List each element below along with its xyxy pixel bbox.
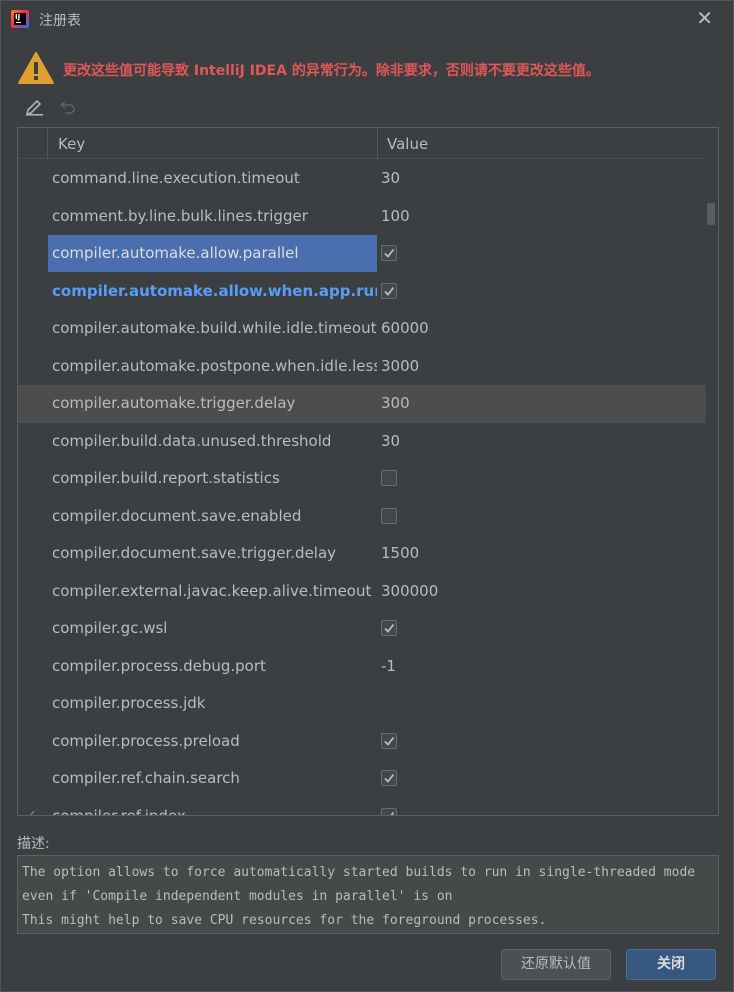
table-body: command.line.execution.timeout 30 comment.… (18, 160, 706, 816)
description-line: This might help to save CPU resources fo… (22, 913, 547, 928)
close-button[interactable]: 关闭 (626, 949, 716, 980)
registry-table: Key Value command.line.execution.timeout… (17, 127, 719, 816)
registry-value-cell[interactable]: 300000 (381, 573, 438, 610)
value-checkbox[interactable] (381, 245, 397, 261)
table-header: Key Value (18, 128, 706, 159)
table-row[interactable]: compiler.automake.trigger.delay 300 (18, 385, 706, 423)
registry-key-cell[interactable]: compiler.document.save.trigger.delay (48, 535, 377, 572)
toolbar (23, 95, 93, 117)
table-row[interactable]: compiler.process.preload (18, 723, 706, 761)
registry-key-cell[interactable]: compiler.ref.index (48, 798, 377, 816)
registry-value-cell[interactable]: 30 (381, 423, 400, 460)
table-row[interactable]: compiler.ref.index ✓ (18, 798, 706, 816)
registry-key-cell[interactable]: compiler.automake.postpone.when.idle.les… (48, 348, 377, 385)
value-checkbox[interactable] (381, 507, 397, 524)
vertical-scrollbar[interactable] (706, 160, 716, 815)
table-row[interactable]: compiler.automake.postpone.when.idle.les… (18, 348, 706, 386)
registry-key-cell[interactable]: compiler.automake.allow.when.app.running (48, 273, 377, 310)
title-bar: IJ 注册表 ✕ (1, 1, 733, 39)
intellij-logo-icon: IJ (11, 10, 29, 28)
column-divider[interactable] (377, 128, 378, 159)
table-row[interactable]: compiler.document.save.enabled (18, 498, 706, 536)
value-checkbox[interactable] (381, 470, 397, 486)
restore-defaults-button[interactable]: 还原默认值 (501, 949, 611, 980)
registry-key-cell[interactable]: compiler.document.save.enabled (48, 498, 377, 535)
value-checkbox[interactable] (381, 620, 397, 636)
registry-key-cell[interactable]: compiler.build.data.unused.threshold (48, 423, 377, 460)
table-row[interactable]: compiler.gc.wsl (18, 610, 706, 648)
undo-icon[interactable] (57, 95, 79, 117)
description-line: The option allows to force automatically… (22, 865, 696, 880)
registry-key-cell[interactable]: compiler.automake.build.while.idle.timeo… (48, 310, 377, 347)
warning-triangle-icon (18, 52, 54, 84)
close-icon[interactable]: ✕ (696, 8, 713, 28)
registry-key-cell[interactable]: command.line.execution.timeout (48, 160, 377, 197)
pencil-icon[interactable] (23, 95, 45, 117)
description-line: even if 'Compile independent modules in … (22, 889, 453, 904)
value-checkbox[interactable] (381, 770, 397, 786)
registry-value-cell[interactable]: 300 (381, 385, 410, 422)
table-row[interactable]: compiler.external.javac.keep.alive.timeo… (18, 573, 706, 611)
column-divider (47, 128, 48, 159)
registry-key-cell[interactable]: comment.by.line.bulk.lines.trigger (48, 198, 377, 235)
table-row[interactable]: compiler.automake.allow.parallel (18, 235, 706, 273)
value-checkbox[interactable] (381, 282, 397, 299)
registry-key-cell[interactable]: compiler.process.debug.port (48, 648, 377, 685)
table-row[interactable]: compiler.automake.build.while.idle.timeo… (18, 310, 706, 348)
column-header-key[interactable]: Key (58, 135, 85, 153)
registry-key-cell[interactable]: compiler.build.report.statistics (48, 460, 377, 497)
registry-value-cell[interactable]: 3000 (381, 348, 419, 385)
registry-value-cell[interactable]: 60000 (381, 310, 429, 347)
table-row[interactable]: compiler.build.report.statistics (18, 460, 706, 498)
registry-key-cell[interactable]: compiler.automake.allow.parallel (48, 235, 377, 272)
registry-value-cell[interactable]: 1500 (381, 535, 419, 572)
table-row[interactable]: comment.by.line.bulk.lines.trigger 100 (18, 198, 706, 236)
registry-value-cell[interactable]: 30 (381, 160, 400, 197)
value-checkbox[interactable] (381, 807, 397, 815)
table-row[interactable]: compiler.automake.allow.when.app.running (18, 273, 706, 311)
description-box: The option allows to force automatically… (17, 855, 719, 934)
table-row[interactable]: compiler.document.save.trigger.delay 1500 (18, 535, 706, 573)
registry-value-cell[interactable]: 100 (381, 198, 410, 235)
registry-key-cell[interactable]: compiler.external.javac.keep.alive.timeo… (48, 573, 377, 610)
window-title: 注册表 (39, 13, 81, 29)
row-marker-icon: ✓ (26, 807, 37, 816)
registry-key-cell[interactable]: compiler.gc.wsl (48, 610, 377, 647)
column-header-value[interactable]: Value (387, 135, 428, 153)
warning-text: 更改这些值可能导致 IntelliJ IDEA 的异常行为。除非要求，否则请不要… (63, 63, 600, 79)
table-row[interactable]: command.line.execution.timeout 30 (18, 160, 706, 198)
table-row[interactable]: compiler.ref.chain.search (18, 760, 706, 798)
scrollbar-thumb[interactable] (707, 203, 715, 225)
registry-key-cell[interactable]: compiler.process.preload (48, 723, 377, 760)
registry-key-cell[interactable]: compiler.ref.chain.search (48, 760, 377, 797)
registry-key-cell[interactable]: compiler.automake.trigger.delay (48, 385, 377, 422)
registry-key-cell[interactable]: compiler.process.jdk (48, 685, 377, 722)
registry-value-cell[interactable]: -1 (381, 648, 396, 685)
table-row[interactable]: compiler.process.jdk (18, 685, 706, 723)
table-row[interactable]: compiler.build.data.unused.threshold 30 (18, 423, 706, 461)
value-checkbox[interactable] (381, 732, 397, 749)
table-row[interactable]: compiler.process.debug.port -1 (18, 648, 706, 686)
description-label: 描述: (17, 836, 50, 852)
